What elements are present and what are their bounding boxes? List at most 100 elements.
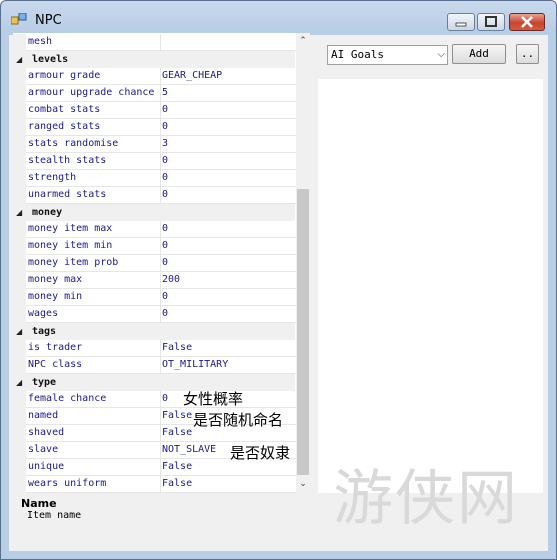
property-value[interactable]: 0 [160,102,297,119]
property-value[interactable]: 0 [160,289,297,306]
property-name[interactable]: money item prob [26,255,161,272]
property-row[interactable]: stealth stats 0 [13,153,297,170]
property-value[interactable]: 0 [160,221,297,238]
property-name[interactable]: shaved [26,425,161,442]
property-value[interactable]: 0 [160,187,297,204]
scroll-down-arrow-icon[interactable]: ⌄ [296,477,310,491]
row-gutter [13,425,26,442]
property-name[interactable]: strength [26,170,161,187]
collapse-arrow-icon[interactable]: ◢ [16,323,22,340]
property-name[interactable]: ranged stats [26,119,161,136]
row-gutter [13,136,26,153]
row-gutter [13,289,26,306]
property-row[interactable]: strength 0 [13,170,297,187]
row-gutter [13,357,26,374]
category-money[interactable]: ◢ money [13,204,295,221]
property-value[interactable]: 0 [160,255,297,272]
property-name[interactable]: money item min [26,238,161,255]
maximize-button[interactable] [477,13,505,31]
minimize-icon [455,22,467,27]
property-row[interactable]: is trader False [13,340,297,357]
property-name[interactable]: unarmed stats [26,187,161,204]
property-row[interactable]: money min 0 [13,289,297,306]
property-value[interactable]: 0 [160,153,297,170]
category-type[interactable]: ◢ type [13,374,295,391]
description-text: Item name [27,510,82,521]
property-value[interactable]: False [160,340,297,357]
property-row[interactable]: wears uniform False [13,476,297,493]
property-row[interactable]: NPC class OT_MILITARY [13,357,297,374]
property-row[interactable]: armour grade GEAR_CHEAP [13,68,297,85]
row-gutter [13,68,26,85]
property-name[interactable]: stealth stats [26,153,161,170]
ai-goals-dropdown[interactable]: AI Goals ⌵ [327,45,448,65]
category-label: levels [32,54,69,65]
scroll-thumb[interactable] [297,189,309,475]
minimize-button[interactable] [447,13,475,31]
property-name[interactable]: named [26,408,161,425]
title-bar[interactable]: NPC [1,1,556,35]
property-name[interactable]: wears uniform [26,476,161,493]
vertical-scrollbar[interactable]: ⌃ ⌄ [296,33,310,493]
property-name[interactable]: money min [26,289,161,306]
add-goal-button[interactable]: Add [452,44,506,64]
property-value[interactable]: 5 [160,85,297,102]
property-value[interactable]: 0 [160,238,297,255]
property-name[interactable]: armour grade [26,68,161,85]
property-value[interactable] [160,34,297,51]
row-gutter [13,476,26,493]
property-description-pane: Name Item name [13,494,310,548]
watermark-logo: 游侠网 [333,464,519,534]
property-value[interactable]: 200 [160,272,297,289]
property-name[interactable]: money max [26,272,161,289]
property-row[interactable]: combat stats 0 [13,102,297,119]
property-value[interactable]: GEAR_CHEAP [160,68,297,85]
property-row[interactable]: wages 0 [13,306,297,323]
property-row[interactable]: unarmed stats 0 [13,187,297,204]
collapse-arrow-icon[interactable]: ◢ [16,51,22,68]
category-levels[interactable]: ◢ levels [13,51,295,68]
annotation-named: 是否随机命名 [193,411,284,429]
property-value[interactable]: 0 [160,119,297,136]
property-name[interactable]: NPC class [26,357,161,374]
property-name[interactable]: is trader [26,340,161,357]
row-gutter [13,119,26,136]
property-value[interactable]: OT_MILITARY [160,357,297,374]
property-row[interactable]: armour upgrade chance 5 [13,85,297,102]
property-value[interactable]: False [160,476,297,493]
property-row[interactable]: stats randomise 3 [13,136,297,153]
property-row[interactable]: female chance 0 [13,391,297,408]
property-name[interactable]: armour upgrade chance [26,85,161,102]
property-name[interactable]: combat stats [26,102,161,119]
property-value[interactable]: 0 [160,170,297,187]
property-name[interactable]: mesh [26,34,161,51]
property-row[interactable]: money item prob 0 [13,255,297,272]
property-name[interactable]: wages [26,306,161,323]
property-row[interactable]: money max 200 [13,272,297,289]
property-name[interactable]: female chance [26,391,161,408]
close-button[interactable] [509,13,545,31]
annotation-female-chance: 女性概率 [183,390,244,408]
property-row[interactable]: ranged stats 0 [13,119,297,136]
category-label: money [32,207,63,218]
maximize-icon [485,16,497,27]
description-title: Name [21,497,57,510]
scroll-up-arrow-icon[interactable]: ⌃ [296,34,310,48]
property-name[interactable]: unique [26,459,161,476]
more-button[interactable]: .. [516,44,539,64]
property-name[interactable]: stats randomise [26,136,161,153]
row-gutter [13,102,26,119]
property-row[interactable]: mesh [13,34,297,51]
property-row[interactable]: money item min 0 [13,238,297,255]
collapse-arrow-icon[interactable]: ◢ [16,204,22,221]
close-icon [521,16,533,28]
property-name[interactable]: slave [26,442,161,459]
property-row[interactable]: money item max 0 [13,221,297,238]
property-value[interactable]: 3 [160,136,297,153]
property-name[interactable]: money item max [26,221,161,238]
category-tags[interactable]: ◢ tags [13,323,295,340]
goals-list-panel[interactable] [318,79,543,493]
row-gutter [13,170,26,187]
property-value[interactable]: 0 [160,306,297,323]
collapse-arrow-icon[interactable]: ◢ [16,374,22,391]
